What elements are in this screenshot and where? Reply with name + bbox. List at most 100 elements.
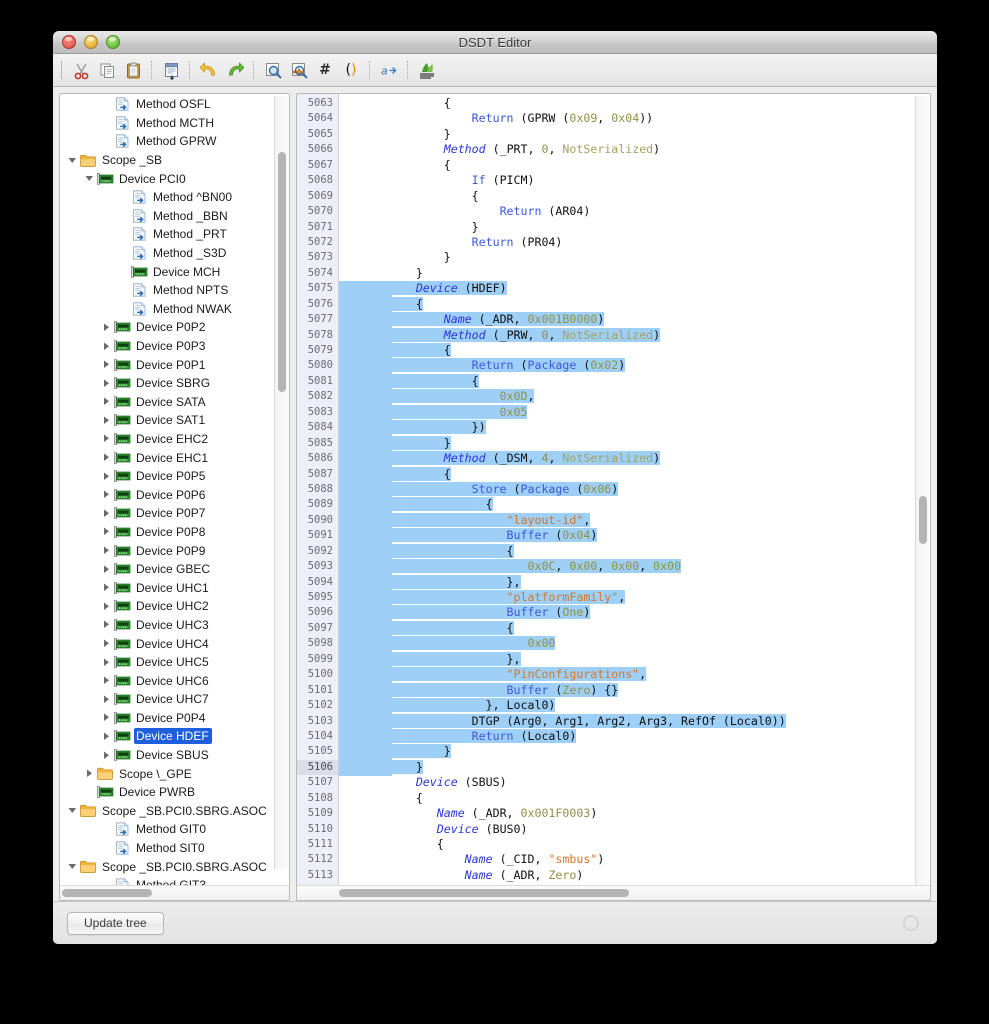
code-line[interactable]: "layout-id",: [339, 512, 930, 528]
code-line[interactable]: "platformFamily",: [339, 590, 930, 605]
tree-item-device-uhc5[interactable]: Device UHC5: [60, 653, 289, 672]
redo-icon[interactable]: [224, 59, 246, 81]
tree-item-device-p0p8[interactable]: Device P0P8: [60, 523, 289, 542]
code-line[interactable]: },: [339, 651, 930, 667]
tree-item-method-nwak[interactable]: Method NWAK: [60, 300, 289, 319]
tree-item-method-sit0[interactable]: Method SIT0: [60, 839, 289, 858]
chevron-right-icon[interactable]: [100, 619, 113, 630]
chevron-right-icon[interactable]: [100, 750, 113, 761]
tree-item-device-pci0[interactable]: Device PCI0: [60, 169, 289, 188]
code-line[interactable]: }: [339, 266, 930, 281]
chevron-right-icon[interactable]: [100, 359, 113, 370]
code-line[interactable]: {: [339, 158, 930, 173]
code-line[interactable]: Name (_CID, "smbus"): [339, 852, 930, 867]
chevron-down-icon[interactable]: [66, 155, 79, 166]
chevron-right-icon[interactable]: [100, 545, 113, 556]
tree-item-device-sbus[interactable]: Device SBUS: [60, 746, 289, 765]
tree-item-device-uhc4[interactable]: Device UHC4: [60, 634, 289, 653]
tree-item-device-pwrb[interactable]: Device PWRB: [60, 783, 289, 802]
minimize-window-icon[interactable]: [84, 35, 98, 49]
match-brackets-icon[interactable]: (): [340, 59, 362, 81]
tree-item-device-p0p2[interactable]: Device P0P2: [60, 318, 289, 337]
code-line[interactable]: {: [339, 466, 930, 482]
chevron-right-icon[interactable]: [100, 657, 113, 668]
code-line[interactable]: }: [339, 220, 930, 235]
chevron-right-icon[interactable]: [100, 378, 113, 389]
tree-item-method-prt[interactable]: Method _PRT: [60, 225, 289, 244]
tree-item-device-uhc2[interactable]: Device UHC2: [60, 597, 289, 616]
code-line[interactable]: }: [339, 250, 930, 265]
editor-horizontal-scrollbar[interactable]: [297, 885, 930, 900]
code-line[interactable]: Method (_DSM, 4, NotSerialized): [339, 451, 930, 466]
tree-item-device-uhc7[interactable]: Device UHC7: [60, 690, 289, 709]
tree-item-method-osfl[interactable]: Method OSFL: [60, 95, 289, 114]
code-line[interactable]: {: [339, 620, 930, 636]
tree-item-device-uhc3[interactable]: Device UHC3: [60, 616, 289, 635]
code-line[interactable]: Return (Local0): [339, 728, 930, 744]
tree-item-method-s3d[interactable]: Method _S3D: [60, 244, 289, 263]
code-line[interactable]: 0x05: [339, 404, 930, 420]
tree-item-device-ehc1[interactable]: Device EHC1: [60, 448, 289, 467]
code-line[interactable]: }: [339, 744, 930, 759]
code-line[interactable]: DTGP (Arg0, Arg1, Arg2, Arg3, RefOf (Loc…: [339, 713, 930, 729]
code-line[interactable]: Buffer (One): [339, 605, 930, 620]
find-icon[interactable]: [262, 59, 284, 81]
code-line[interactable]: Name (_ADR, Zero): [339, 868, 930, 883]
code-line[interactable]: "PinConfigurations",: [339, 667, 930, 682]
code-line[interactable]: {: [339, 837, 930, 852]
tree-item-device-gbec[interactable]: Device GBEC: [60, 560, 289, 579]
code-line[interactable]: If (PICM): [339, 173, 930, 188]
tree-item-device-hdef[interactable]: Device HDEF: [60, 727, 289, 746]
code-editor-body[interactable]: 5063 5064 5065 5066 5067 5068 5069 5070 5071 5072…: [297, 94, 930, 885]
goto-line-icon[interactable]: #: [314, 59, 336, 81]
close-window-icon[interactable]: [62, 35, 76, 49]
chevron-right-icon[interactable]: [100, 601, 113, 612]
code-line[interactable]: {: [339, 543, 930, 559]
chevron-right-icon[interactable]: [100, 731, 113, 742]
code-line[interactable]: }: [339, 127, 930, 142]
code-line[interactable]: Buffer (0x04): [339, 528, 930, 543]
code-line[interactable]: {: [339, 373, 930, 389]
chevron-down-icon[interactable]: [83, 173, 96, 184]
code-text-area[interactable]: { Return (GPRW (0x09, 0x04)) } Method (_…: [339, 94, 930, 885]
chevron-right-icon[interactable]: [100, 508, 113, 519]
tree-horizontal-scrollbar[interactable]: [60, 885, 289, 900]
tree-horizontal-scroll-thumb[interactable]: [62, 889, 152, 897]
tree-vertical-scrollbar[interactable]: [274, 96, 288, 869]
code-line[interactable]: Device (SBUS): [339, 775, 930, 790]
copy-icon[interactable]: [96, 59, 118, 81]
code-line[interactable]: {: [339, 96, 930, 111]
chevron-right-icon[interactable]: [100, 675, 113, 686]
code-line[interactable]: },: [339, 574, 930, 590]
code-line[interactable]: Name (_ADR, 0x001B0000): [339, 312, 930, 327]
compile-icon[interactable]: [160, 59, 182, 81]
code-line[interactable]: Return (Package (0x02): [339, 358, 930, 373]
tree-item-device-sbrg[interactable]: Device SBRG: [60, 374, 289, 393]
code-line[interactable]: Store (Package (0x06): [339, 481, 930, 497]
code-line[interactable]: Name (_ADR, 0x001F0003): [339, 806, 930, 821]
code-line[interactable]: 0x0C, 0x00, 0x00, 0x00: [339, 559, 930, 574]
tree-item-method-bbn[interactable]: Method _BBN: [60, 207, 289, 226]
tree-item-device-p0p3[interactable]: Device P0P3: [60, 337, 289, 356]
tree-item-device-p0p9[interactable]: Device P0P9: [60, 541, 289, 560]
code-line[interactable]: }, Local0): [339, 698, 930, 713]
tree-item-scope-sb-pci0-sbrg-asoc[interactable]: Scope _SB.PCI0.SBRG.ASOC: [60, 857, 289, 876]
chevron-right-icon[interactable]: [100, 433, 113, 444]
undo-icon[interactable]: [198, 59, 220, 81]
code-line[interactable]: }): [339, 420, 930, 435]
editor-horizontal-scroll-thumb[interactable]: [339, 889, 629, 897]
chevron-right-icon[interactable]: [100, 489, 113, 500]
code-line[interactable]: {: [339, 791, 930, 806]
tree-item-device-sata[interactable]: Device SATA: [60, 393, 289, 412]
cut-icon[interactable]: [70, 59, 92, 81]
tree-item-device-mch[interactable]: Device MCH: [60, 262, 289, 281]
code-line[interactable]: Device (BUS0): [339, 822, 930, 837]
tree-item-method-bn00[interactable]: Method ^BN00: [60, 188, 289, 207]
chevron-right-icon[interactable]: [83, 768, 96, 779]
code-line[interactable]: 0x00: [339, 636, 930, 651]
code-line[interactable]: {: [339, 296, 930, 312]
code-line[interactable]: {: [339, 343, 930, 358]
code-line[interactable]: Return (GPRW (0x09, 0x04)): [339, 111, 930, 126]
rename-icon[interactable]: a: [378, 59, 400, 81]
code-line[interactable]: Device (HDEF): [339, 281, 930, 296]
